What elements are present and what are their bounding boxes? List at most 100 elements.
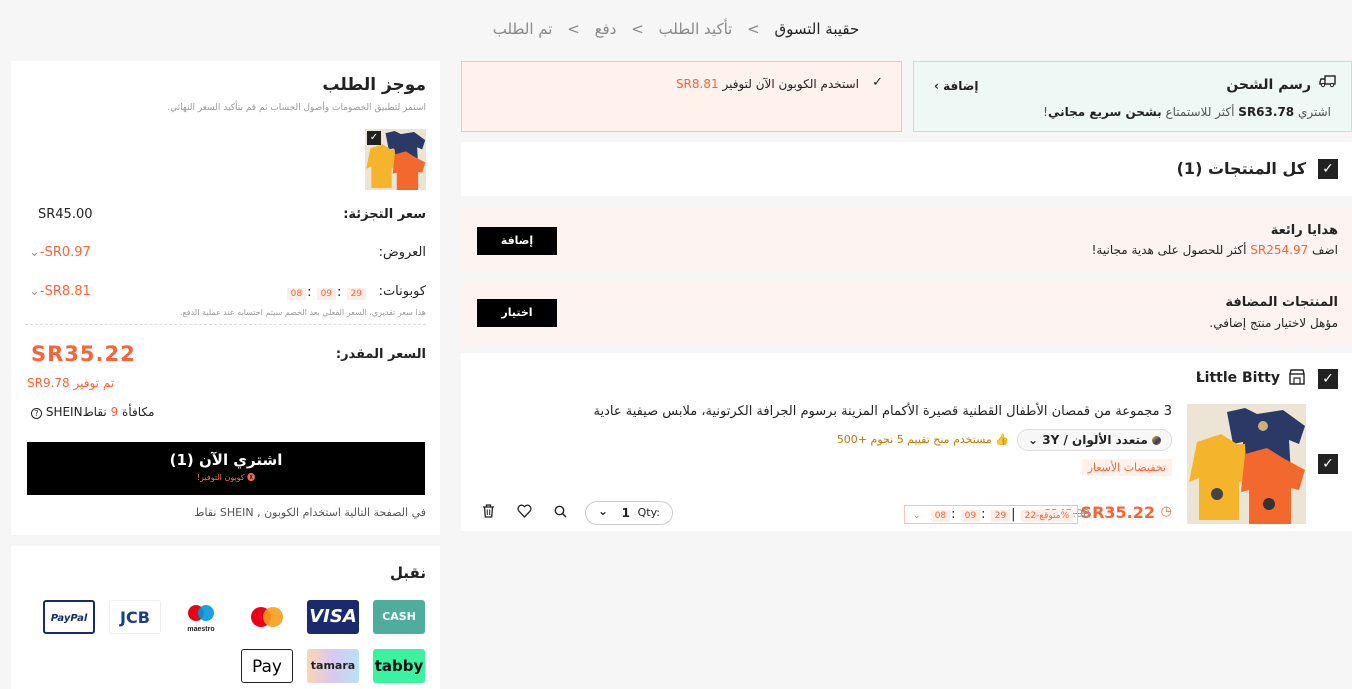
apple-pay-logo: Pay xyxy=(241,649,293,683)
select-all-checkbox[interactable]: ✓ xyxy=(1318,159,1338,179)
offers-value[interactable]: ⌄-SR0.97 xyxy=(29,245,91,260)
store-name[interactable]: Little Bitty xyxy=(1196,370,1280,386)
discount-badge: متوقع-22% xyxy=(1020,510,1074,522)
truck-icon xyxy=(1319,74,1337,92)
breadcrumb-sep: > xyxy=(567,20,580,38)
tabby-label: tabby xyxy=(374,657,424,675)
footer-note: في الصفحة التالية استخدام الكوبون , SHEI… xyxy=(194,506,426,519)
product-price: SR35.22 xyxy=(1080,503,1155,522)
jcb-label: JCB xyxy=(120,608,150,627)
summary-note: استمر لتطبيق الخصومات وأصول الحساب ثم قم… xyxy=(167,103,426,113)
product-timer: ⌄ 08: 09: 29 | متوقع-22% xyxy=(904,505,1079,524)
product-checkbox[interactable]: ✓ xyxy=(1318,454,1338,474)
gifts-amount: SR254.97 xyxy=(1250,243,1309,257)
offers-label: العروض: xyxy=(378,245,426,260)
check-icon: ✓ xyxy=(872,75,883,90)
chevron-down-icon: ⌄ xyxy=(29,245,40,260)
divider xyxy=(25,324,426,325)
shipping-desc-prefix: اشتري xyxy=(1297,105,1331,119)
buy-now-label: اشتري الآن (1) xyxy=(169,451,283,469)
breadcrumb-confirm: تأكيد الطلب xyxy=(658,20,733,38)
order-summary: موجز الطلب استمر لتطبيق الخصومات وأصول ا… xyxy=(11,61,440,535)
coupon-banner[interactable]: استخدم الكوبون الآن لتوفير SR8.81 ✓ xyxy=(461,61,902,132)
tamara-label: tamara xyxy=(310,659,356,672)
reward-suffix: نقاطSHEIN xyxy=(45,405,107,419)
variant-selector[interactable]: متعدد الألوان / 3Y ⌄ xyxy=(1016,429,1172,451)
help-icon[interactable]: ? xyxy=(31,408,42,419)
color-swatch-icon xyxy=(1152,436,1161,445)
timer-seconds: 29 xyxy=(990,510,1011,522)
trash-icon[interactable] xyxy=(482,504,495,522)
breadcrumb-done: تم الطلب xyxy=(492,20,553,38)
thumbnail-check-icon: ✓ xyxy=(367,131,381,145)
all-products-bar: ✓ كل المنتجات (1) xyxy=(461,142,1352,196)
gifts-panel: هدايا رائعة اضف SR254.97 أكثر للحصول على… xyxy=(461,208,1352,272)
gifts-desc-prefix: اضف xyxy=(1312,243,1338,257)
summary-title: موجز الطلب xyxy=(322,75,426,95)
addons-desc: مؤهل لاختيار منتج إضافي. xyxy=(1209,316,1338,330)
estimated-label: السعر المقدر: xyxy=(335,347,426,362)
coupon-timer-seconds: 29 xyxy=(346,288,366,300)
breadcrumb: حقيبة التسوق > تأكيد الطلب > دفع > تم ال… xyxy=(0,20,1352,38)
accept-panel: نقبل CASH VISA maestro JCB PayPal tabby … xyxy=(11,546,440,689)
store-checkbox[interactable]: ✓ xyxy=(1318,369,1338,389)
maestro-label: maestro xyxy=(187,626,214,633)
breadcrumb-cart[interactable]: حقيبة التسوق xyxy=(774,20,859,38)
thumb-up-icon: 👍 xyxy=(995,433,1009,446)
qty-value: 1 xyxy=(621,506,630,520)
qty-label: Qty: xyxy=(637,506,660,519)
cash-logo: CASH xyxy=(373,600,425,634)
shipping-desc-mid: أكثر للاستمتاع xyxy=(1165,105,1235,119)
quantity-stepper[interactable]: Qty: 1 ⌄ xyxy=(585,501,673,525)
product-image[interactable] xyxy=(1187,404,1306,524)
maestro-logo: maestro xyxy=(175,600,227,634)
search-icon[interactable] xyxy=(554,505,567,522)
coupon-timer-minutes: 09 xyxy=(316,288,337,300)
rating-label: مستخدم منح تقييم 5 نجوم +500 xyxy=(836,433,992,446)
shipping-desc-bold: بشحن سريع مجاني xyxy=(1047,105,1162,119)
chevron-down-icon: ⌄ xyxy=(1027,433,1039,447)
breadcrumb-pay: دفع xyxy=(594,20,617,38)
coupons-amount: -SR8.81 xyxy=(39,284,91,299)
paypal-label: PayPal xyxy=(50,613,88,624)
clock-icon: ◷ xyxy=(1160,504,1172,519)
visa-label: VISA xyxy=(309,606,357,627)
jcb-logo: JCB xyxy=(109,600,161,634)
breadcrumb-sep: > xyxy=(631,20,644,38)
product-card: ✓ Little Bitty ‹ ✓ 3 مجموعة من قمصان الأ… xyxy=(461,353,1352,531)
addons-title: المنتجات المضافة xyxy=(1225,295,1338,310)
tamara-logo: tamara xyxy=(307,649,359,683)
chevron-down-icon: ⌄ xyxy=(913,511,921,521)
chevron-down-icon: ⌄ xyxy=(598,504,609,518)
addons-select-button[interactable]: اختيار xyxy=(477,299,557,327)
coupons-timer: 08: 09: 29 xyxy=(286,285,367,300)
coupon-timer-hours: 08 xyxy=(286,288,307,300)
store-icon xyxy=(1288,369,1306,389)
shipping-add-label: إضافة xyxy=(943,79,979,93)
product-title[interactable]: 3 مجموعة من قمصان الأطفال القطنية قصيرة … xyxy=(572,404,1173,419)
paypal-logo: PayPal xyxy=(43,600,95,634)
reward-text: مكافأة 9 نقاطSHEIN ? xyxy=(31,405,154,419)
store-chevron-icon[interactable]: ‹ xyxy=(1196,369,1202,385)
apple-pay-label: Pay xyxy=(252,657,282,677)
accept-title: نقبل xyxy=(390,564,426,582)
cash-label: CASH xyxy=(382,610,416,623)
buy-now-button[interactable]: اشتري الآن (1) 🅧 كوبون التوفير! xyxy=(27,442,425,495)
variant-label: متعدد الألوان / 3Y xyxy=(1042,433,1148,447)
heart-icon[interactable] xyxy=(517,504,532,522)
breadcrumb-sep: > xyxy=(747,20,760,38)
gifts-title: هدايا رائعة xyxy=(1270,223,1338,238)
estimate-note: هذا سعر تقديري، السعر الفعلي بعد الخصم س… xyxy=(179,308,426,317)
reward-prefix: مكافأة xyxy=(122,405,155,419)
chevron-down-icon: ⌄ xyxy=(29,284,40,299)
summary-thumbnail[interactable]: ✓ xyxy=(365,129,426,190)
shipping-desc: اشتري SR63.78 أكثر للاستمتاع بشحن سريع م… xyxy=(1043,105,1331,119)
all-products-label: كل المنتجات (1) xyxy=(1176,159,1306,178)
saved-text: تم توفير SR9.78 xyxy=(27,376,115,390)
coupons-value[interactable]: ⌄-SR8.81 xyxy=(29,284,91,299)
buy-now-sub-label: كوبون التوفير! xyxy=(196,473,245,482)
gifts-add-button[interactable]: إضافة xyxy=(477,227,557,255)
coupon-icon: 🅧 xyxy=(247,473,256,482)
visa-logo: VISA xyxy=(307,600,359,634)
shipping-add-link[interactable]: إضافة › xyxy=(934,79,978,93)
